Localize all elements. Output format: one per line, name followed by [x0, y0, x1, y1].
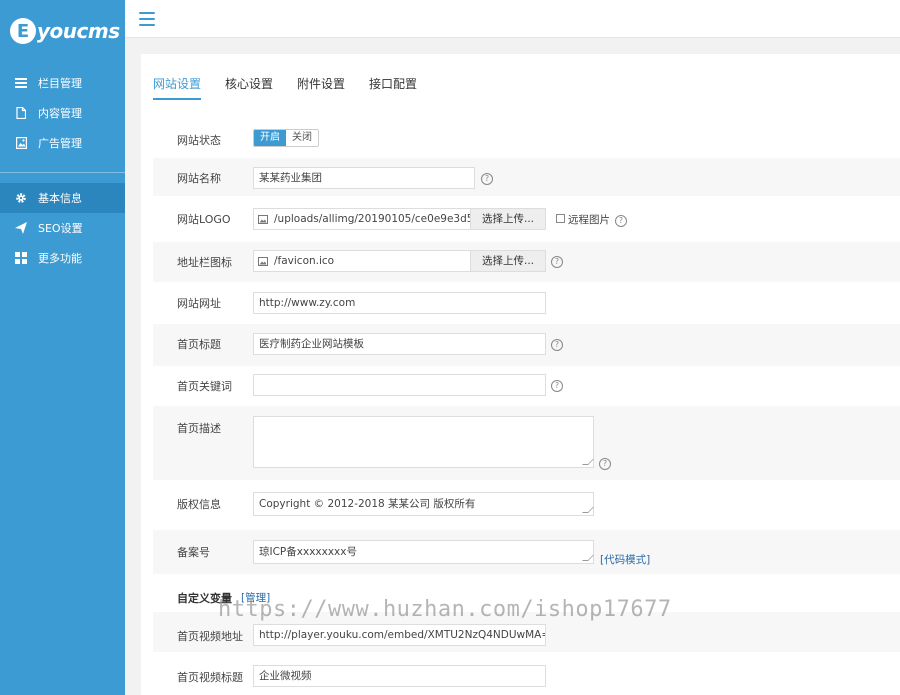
sidebar-item-label: 基本信息 — [38, 192, 82, 205]
favicon-label: 地址栏图标 — [177, 256, 232, 269]
video-url-label: 首页视频地址 — [177, 630, 243, 643]
copyright-textarea[interactable]: Copyright © 2012-2018 某某公司 版权所有 — [253, 492, 594, 516]
video-url-input[interactable]: http://player.youku.com/embed/XMTU2NzQ4N… — [253, 624, 546, 646]
row-favicon: 地址栏图标 /favicon.ico 选择上传... ? — [153, 242, 900, 282]
home-description-textarea[interactable] — [253, 416, 594, 468]
sidebar-item-label: 内容管理 — [38, 107, 82, 120]
logo[interactable]: E youcms — [0, 0, 125, 62]
home-title-input[interactable]: 医疗制药企业网站模板 — [253, 333, 546, 355]
tab-bar: 网站设置 核心设置 附件设置 接口配置 — [153, 70, 441, 100]
code-mode-link[interactable]: [代码模式] — [600, 552, 650, 567]
video-title-label: 首页视频标题 — [177, 671, 243, 684]
logo-text: youcms — [37, 19, 120, 43]
sidebar: E youcms 栏目管理 内容管理 广告管理 基本信息 SEO设置 更多功能 — [0, 0, 125, 695]
status-on-button[interactable]: 开启 — [254, 130, 286, 146]
sidebar-item-ads[interactable]: 广告管理 — [0, 128, 125, 158]
favicon-upload-field: /favicon.ico 选择上传... — [253, 250, 546, 272]
topbar — [125, 0, 900, 38]
help-icon[interactable]: ? — [481, 173, 493, 185]
tab-core-settings[interactable]: 核心设置 — [225, 70, 273, 100]
list-icon — [15, 77, 27, 89]
icp-label: 备案号 — [177, 546, 210, 559]
video-title-input[interactable]: 企业微视频 — [253, 665, 546, 687]
sidebar-divider — [0, 172, 125, 173]
tab-site-settings[interactable]: 网站设置 — [153, 70, 202, 100]
favicon-path-input[interactable]: /favicon.ico — [272, 251, 470, 271]
home-keywords-label: 首页关键词 — [177, 380, 232, 393]
help-icon[interactable]: ? — [599, 458, 611, 470]
watermark: https://www.huzhan.com/ishop17677 — [218, 597, 672, 622]
sidebar-item-label: 广告管理 — [38, 137, 82, 150]
help-icon[interactable]: ? — [551, 339, 563, 351]
help-icon[interactable]: ? — [551, 256, 563, 268]
menu-toggle-icon[interactable] — [139, 12, 155, 26]
resize-handle-icon[interactable] — [582, 459, 594, 465]
copyright-label: 版权信息 — [177, 498, 221, 511]
row-site-status: 网站状态 开启 关闭 — [153, 122, 900, 154]
row-video-title: 首页视频标题 企业微视频 — [153, 654, 900, 695]
site-name-input[interactable]: 某某药业集团 — [253, 167, 475, 189]
site-name-label: 网站名称 — [177, 172, 221, 185]
sidebar-item-content[interactable]: 内容管理 — [0, 98, 125, 128]
site-url-input[interactable]: http://www.zy.com — [253, 292, 546, 314]
send-icon — [15, 222, 27, 234]
sidebar-item-label: 更多功能 — [38, 252, 82, 265]
home-keywords-input[interactable] — [253, 374, 546, 396]
row-copyright: 版权信息 Copyright © 2012-2018 某某公司 版权所有 — [153, 482, 900, 528]
sidebar-group-content: 栏目管理 内容管理 广告管理 — [0, 62, 125, 158]
resize-handle-icon[interactable] — [582, 555, 594, 561]
row-site-logo: 网站LOGO /uploads/allimg/20190105/ce0e9e3d… — [153, 199, 900, 241]
sidebar-item-basic-info[interactable]: 基本信息 — [0, 183, 125, 213]
row-icp: 备案号 琼ICP备xxxxxxxx号 [代码模式] — [153, 530, 900, 574]
grid-icon — [15, 252, 27, 264]
row-home-description: 首页描述 ? — [153, 406, 900, 480]
image-icon — [254, 251, 272, 271]
remote-image-label: 远程图片 — [568, 214, 610, 226]
icp-textarea[interactable]: 琼ICP备xxxxxxxx号 — [253, 540, 594, 564]
gear-icon — [15, 192, 27, 204]
site-url-label: 网站网址 — [177, 297, 221, 310]
sidebar-item-seo[interactable]: SEO设置 — [0, 213, 125, 243]
tab-attachment-settings[interactable]: 附件设置 — [297, 70, 345, 100]
site-status-label: 网站状态 — [177, 134, 221, 147]
sidebar-item-more[interactable]: 更多功能 — [0, 243, 125, 273]
image-icon — [15, 137, 27, 149]
sidebar-item-label: SEO设置 — [38, 222, 83, 235]
site-logo-label: 网站LOGO — [177, 213, 231, 226]
row-home-title: 首页标题 医疗制药企业网站模板 ? — [153, 324, 900, 366]
help-icon[interactable]: ? — [551, 380, 563, 392]
logo-upload-button[interactable]: 选择上传... — [470, 209, 545, 229]
help-icon[interactable]: ? — [615, 215, 627, 227]
tab-api-config[interactable]: 接口配置 — [369, 70, 417, 100]
sidebar-group-settings: 基本信息 SEO设置 更多功能 — [0, 183, 125, 273]
sidebar-item-columns[interactable]: 栏目管理 — [0, 68, 125, 98]
remote-image-checkbox[interactable] — [556, 214, 565, 223]
row-site-url: 网站网址 http://www.zy.com — [153, 284, 900, 324]
favicon-upload-button[interactable]: 选择上传... — [470, 251, 545, 271]
row-site-name: 网站名称 某某药业集团 ? — [153, 158, 900, 196]
home-description-label: 首页描述 — [177, 422, 221, 435]
home-title-label: 首页标题 — [177, 338, 221, 351]
document-icon — [15, 107, 27, 119]
logo-upload-field: /uploads/allimg/20190105/ce0e9e3d59c5 选择… — [253, 208, 546, 230]
resize-handle-icon[interactable] — [582, 507, 594, 513]
status-off-button[interactable]: 关闭 — [286, 130, 318, 146]
logo-mark: E — [10, 18, 36, 44]
sidebar-item-label: 栏目管理 — [38, 77, 82, 90]
image-icon — [254, 209, 272, 229]
site-status-toggle: 开启 关闭 — [253, 129, 319, 147]
logo-path-input[interactable]: /uploads/allimg/20190105/ce0e9e3d59c5 — [272, 209, 470, 229]
row-home-keywords: 首页关键词 ? — [153, 366, 900, 406]
